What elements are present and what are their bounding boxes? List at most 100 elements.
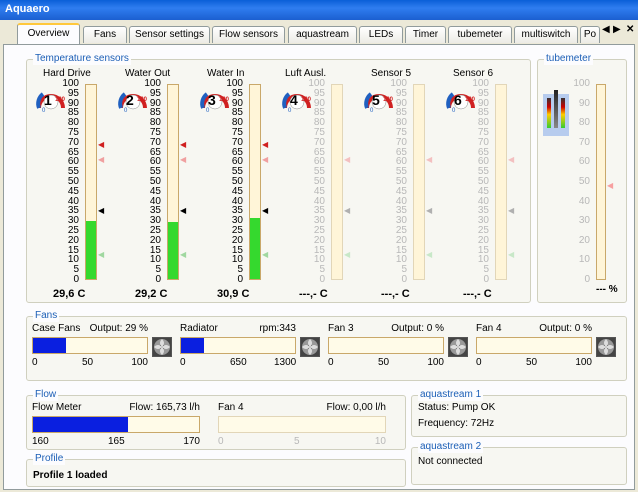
- fan-tick: 100: [131, 357, 148, 368]
- gauge-number: 2: [126, 92, 134, 108]
- gauge-min: 0: [288, 108, 292, 114]
- sensor-value: ---,- C: [463, 288, 492, 300]
- tab-label: LEDs: [368, 29, 394, 40]
- scale-tick: 0: [237, 274, 243, 285]
- gauge-number: 1: [44, 92, 52, 108]
- current-marker-icon: ◀: [180, 206, 187, 216]
- tab-fans[interactable]: Fans: [83, 26, 127, 43]
- flow-bar: [218, 416, 386, 433]
- tab-overview[interactable]: Overview: [17, 23, 80, 44]
- gauge-number: 3: [208, 92, 216, 108]
- fan-output-bar: [180, 337, 296, 354]
- flow-readout: Flow: 165,73 l/h: [129, 402, 200, 413]
- tab-timer[interactable]: Timer: [405, 26, 446, 43]
- alarm-marker-icon: ◀: [180, 139, 187, 149]
- gauge-min: 0: [206, 108, 210, 114]
- fan-icon[interactable]: [300, 337, 320, 357]
- profile-status: Profile 1 loaded: [33, 470, 108, 481]
- gauge-number: 5: [372, 92, 380, 108]
- current-marker-icon: ◀: [508, 206, 515, 216]
- title-bar: Aquaero: [0, 0, 638, 20]
- scale-tick: 0: [319, 274, 325, 285]
- aquastream1-group: aquastream 1 Status: Pump OK Frequency: …: [411, 389, 627, 437]
- scale-tick: 0: [401, 274, 407, 285]
- sensor-value: 30,9 C: [217, 288, 250, 300]
- tab-flow-sensors[interactable]: Flow sensors: [212, 26, 285, 43]
- tab-aquastream[interactable]: aquastream: [288, 26, 357, 43]
- fan-tick: 1300: [274, 357, 297, 368]
- tab-label: Overview: [27, 28, 70, 39]
- temperature-bar: [167, 84, 179, 280]
- fan-tick: 0: [180, 357, 186, 368]
- tab-leds[interactable]: LEDs: [359, 26, 403, 43]
- temperature-bar: [495, 84, 507, 280]
- temperature-sensor: Water Out 2 100 0 100 95 90 85 80 75 70 65 60 55 5…: [111, 60, 193, 300]
- temperature-sensor: Sensor 5 5 100 0 100 95 90 85 80 75 70 65 60 55 50…: [357, 60, 439, 300]
- tube-scale-tick: 60: [578, 156, 590, 168]
- tube-scale-tick: 0: [584, 274, 590, 285]
- flow-tick: 10: [374, 436, 386, 447]
- warn-marker-icon: ◀: [180, 155, 187, 165]
- fan-icon[interactable]: [596, 337, 616, 357]
- sensor-value: ---,- C: [299, 288, 328, 300]
- fan-item: Case Fans Output: 29 % 0 50 100: [32, 317, 180, 377]
- overview-panel: Temperature sensors Hard Drive 1 100 0 1…: [3, 44, 635, 490]
- tube-scale-tick: 100: [573, 78, 590, 89]
- tab-scroll-left-icon[interactable]: ◀: [602, 24, 610, 35]
- tubemeter-value: --- %: [596, 284, 618, 295]
- fan-item: Fan 3 Output: 0 % 0 50 100: [328, 317, 476, 377]
- tube-scale-tick: 80: [578, 117, 590, 129]
- fan-tick: 50: [378, 357, 390, 368]
- fan-item: Fan 4 Output: 0 % 0 50 100: [476, 317, 624, 377]
- tab-bar: Overview Fans Sensor settings Flow senso…: [0, 20, 638, 44]
- alarm-marker-icon: ◀: [262, 139, 269, 149]
- temperature-bar: [85, 84, 97, 280]
- fan-icon[interactable]: [448, 337, 468, 357]
- tab-tubemeter[interactable]: tubemeter: [448, 26, 512, 43]
- tab-multiswitch[interactable]: multiswitch: [514, 26, 578, 43]
- flow-tick: 160: [32, 436, 49, 447]
- tubemeter-bar: ◀: [596, 84, 613, 280]
- tab-scroll-right-icon[interactable]: ▶: [613, 24, 621, 35]
- warn-marker-icon: ◀: [262, 155, 269, 165]
- fan-tick: 650: [230, 357, 247, 368]
- fan-readout: rpm:343: [259, 323, 296, 334]
- close-icon[interactable]: ✕: [626, 24, 634, 35]
- tab-po[interactable]: Po: [580, 26, 600, 43]
- tubemeter-group: tubemeter ◀ 100 90 80 70 60 50 40 30 20 10 0 --- %: [537, 53, 627, 303]
- tubemeter-icon: [543, 90, 569, 136]
- temperature-bar: [413, 84, 425, 280]
- fan-output-bar: [476, 337, 592, 354]
- min-marker-icon: ◀: [180, 249, 187, 259]
- flow-meter-name: Flow Meter: [32, 402, 82, 413]
- aquastream2-group: aquastream 2 Not connected: [411, 441, 627, 485]
- gauge-min: 0: [370, 108, 374, 114]
- current-marker-icon: ◀: [344, 206, 351, 216]
- fan-tick: 100: [575, 357, 592, 368]
- temperature-sensor: Luft Ausl. 4 100 0 100 95 90 85 80 75 70 65 60 55…: [275, 60, 357, 300]
- tab-sensor-settings[interactable]: Sensor settings: [129, 26, 210, 43]
- tube-scale-tick: 30: [578, 215, 590, 227]
- warn-marker-icon: ◀: [426, 155, 433, 165]
- tube-scale-tick: 90: [578, 97, 590, 109]
- tube-scale-tick: 20: [578, 234, 590, 246]
- group-title: aquastream 1: [418, 389, 484, 401]
- current-marker-icon: ◀: [98, 206, 105, 216]
- group-title: Profile: [33, 453, 66, 465]
- temperature-fill: [86, 221, 96, 279]
- temperature-fill: [250, 218, 260, 279]
- gauge-number: 4: [290, 92, 298, 108]
- min-marker-icon: ◀: [344, 249, 351, 259]
- flow-tick: 170: [183, 436, 200, 447]
- fan-icon[interactable]: [152, 337, 172, 357]
- flow-readout: Flow: 0,00 l/h: [326, 402, 386, 413]
- current-marker-icon: ◀: [426, 206, 433, 216]
- flow-tick: 165: [108, 436, 125, 447]
- temperature-sensor: Hard Drive 1 100 0 100 95 90 85 80 75 70 65 60 55…: [29, 60, 111, 300]
- temperature-bar: [249, 84, 261, 280]
- alarm-marker-icon: ◀: [98, 139, 105, 149]
- temperature-sensors-group: Temperature sensors Hard Drive 1 100 0 1…: [26, 53, 531, 303]
- temperature-sensor: Water In 3 100 0 100 95 90 85 80 75 70 65 60 55 50…: [193, 60, 275, 300]
- aquastream1-status: Status: Pump OK: [418, 402, 496, 413]
- aquastream2-status: Not connected: [418, 456, 483, 467]
